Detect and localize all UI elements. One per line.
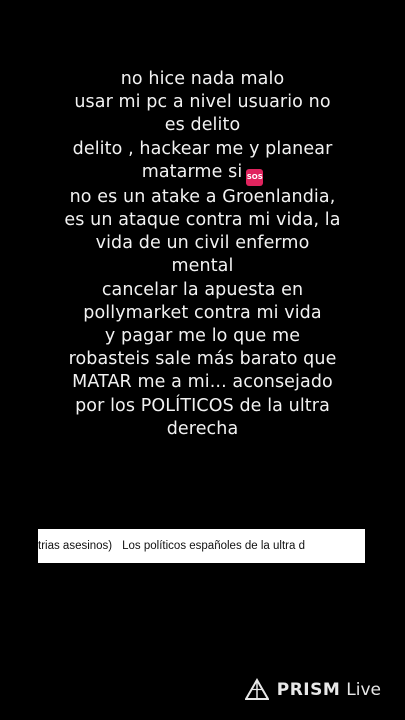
- caption-line-with-emoji: matarme si SOS: [20, 161, 385, 186]
- caption-line: es delito: [164, 115, 241, 136]
- ticker-segment: Los políticos españoles de la ultra d: [122, 540, 305, 552]
- caption-line: usar mi pc a nivel usuario no: [74, 92, 331, 113]
- news-ticker: trias asesinos) Los políticos españoles d…: [38, 529, 365, 563]
- caption-line: vida de un civil enfermo: [95, 233, 310, 254]
- prism-live-watermark: PRISM Live: [244, 677, 381, 703]
- ticker-text: trias asesinos) Los políticos españoles d…: [38, 529, 315, 563]
- caption-line: delito , hackear me y planear: [72, 138, 333, 159]
- caption-line: no es un atake a Groenlandia,: [69, 186, 336, 207]
- caption-line: por los POLÍTICOS de la ultra: [75, 395, 330, 416]
- caption-line: robasteis sale más barato que: [68, 349, 337, 370]
- caption-line: cancelar la apuesta en: [101, 279, 304, 300]
- prism-triangle-icon: [244, 678, 269, 700]
- caption-line: pollymarket contra mi vida: [83, 302, 322, 323]
- caption-line-text: matarme si: [141, 161, 243, 182]
- caption-line: mental: [171, 256, 234, 277]
- video-frame: no hice nada malo usar mi pc a nivel usu…: [0, 0, 405, 720]
- sos-emoji-icon: SOS: [246, 168, 264, 186]
- watermark-brand: PRISM: [276, 680, 341, 700]
- ticker-segment: trias asesinos): [38, 540, 113, 552]
- caption-line: es un ataque contra mi vida, la: [64, 210, 341, 231]
- caption-line: y pagar me lo que me: [104, 326, 301, 347]
- caption-line: MATAR me a mi... aconsejado: [72, 372, 333, 393]
- caption-line: derecha: [166, 418, 239, 439]
- watermark-suffix: Live: [346, 680, 381, 700]
- caption-text: no hice nada malo usar mi pc a nivel usu…: [20, 68, 385, 441]
- caption-line: no hice nada malo: [120, 69, 285, 89]
